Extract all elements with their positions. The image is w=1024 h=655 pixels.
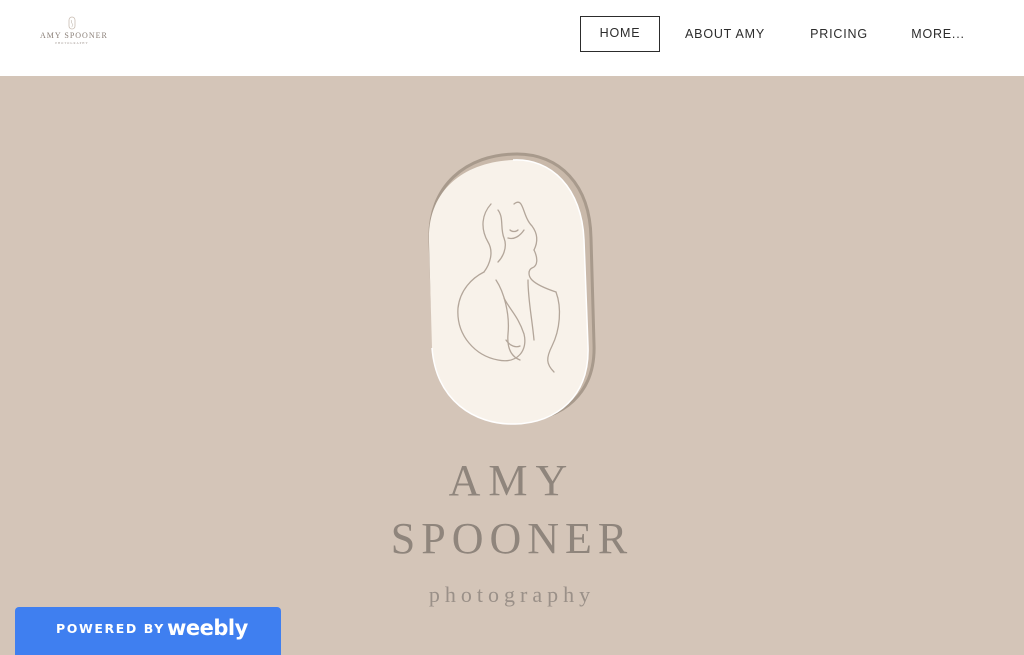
site-header: AMY SPOONER PHOTOGRAPHY HOME ABOUT AMY P…	[0, 0, 1024, 76]
nav-item-home[interactable]: HOME	[580, 16, 660, 52]
hero-section: AMY SPOONER photography	[0, 76, 1024, 651]
woman-line-drawing-icon	[428, 152, 596, 425]
brand-name-line1: AMY	[448, 456, 576, 505]
powered-by-label: POWERED BY	[56, 621, 165, 636]
powered-by-weebly-badge[interactable]: POWERED BY weebly	[15, 607, 281, 655]
brand-name-line2: SPOONER	[390, 514, 634, 563]
brand-tagline: photography	[428, 582, 596, 607]
main-nav: HOME ABOUT AMY PRICING MORE...	[0, 16, 1024, 52]
nav-item-pricing[interactable]: PRICING	[800, 16, 878, 52]
weebly-logo-text: weebly	[167, 616, 248, 640]
nav-item-about-amy[interactable]: ABOUT AMY	[675, 16, 775, 52]
nav-item-more[interactable]: MORE...	[900, 16, 976, 52]
